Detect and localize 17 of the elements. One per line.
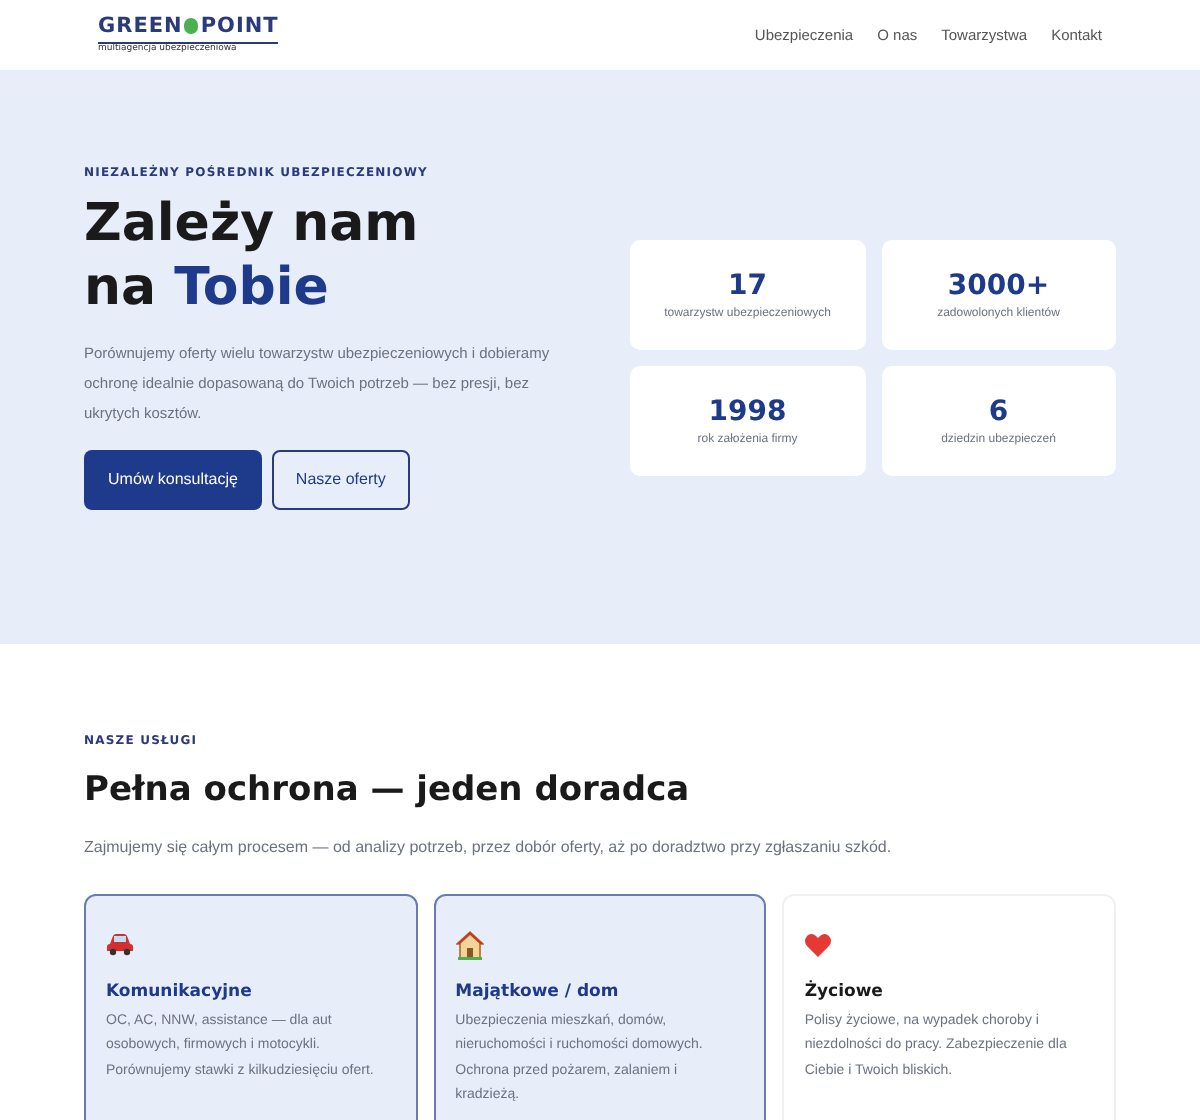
- house-icon: [455, 929, 484, 959]
- card-title: Życiowe: [804, 980, 885, 1006]
- logo-text: POINT: [200, 15, 279, 36]
- heart-icon: [804, 931, 833, 957]
- hero-title: Zależy nam na Tobie: [84, 192, 421, 320]
- stat-value: 6: [988, 397, 1009, 425]
- stat-value: 3000+: [947, 271, 1050, 299]
- consultation-button[interactable]: Umów konsultację: [84, 450, 262, 510]
- car-icon: [106, 932, 134, 956]
- stat-value: 1998: [708, 397, 787, 425]
- stat-value: 17: [728, 271, 767, 299]
- logo-text: GREEN: [98, 15, 183, 36]
- section-title: Pełna ochrona — jeden doradca: [84, 774, 692, 808]
- section-lead: Zajmujemy się całym procesem — od analizy potrzeb, przez dobór oferty, aż po doradztwo przy zgłaszaniu szkód.: [84, 836, 894, 860]
- card-title: Komunikacyjne: [106, 980, 254, 1006]
- card-title: Majątkowe / dom: [455, 980, 621, 1006]
- offers-button[interactable]: Nasze oferty: [271, 450, 410, 510]
